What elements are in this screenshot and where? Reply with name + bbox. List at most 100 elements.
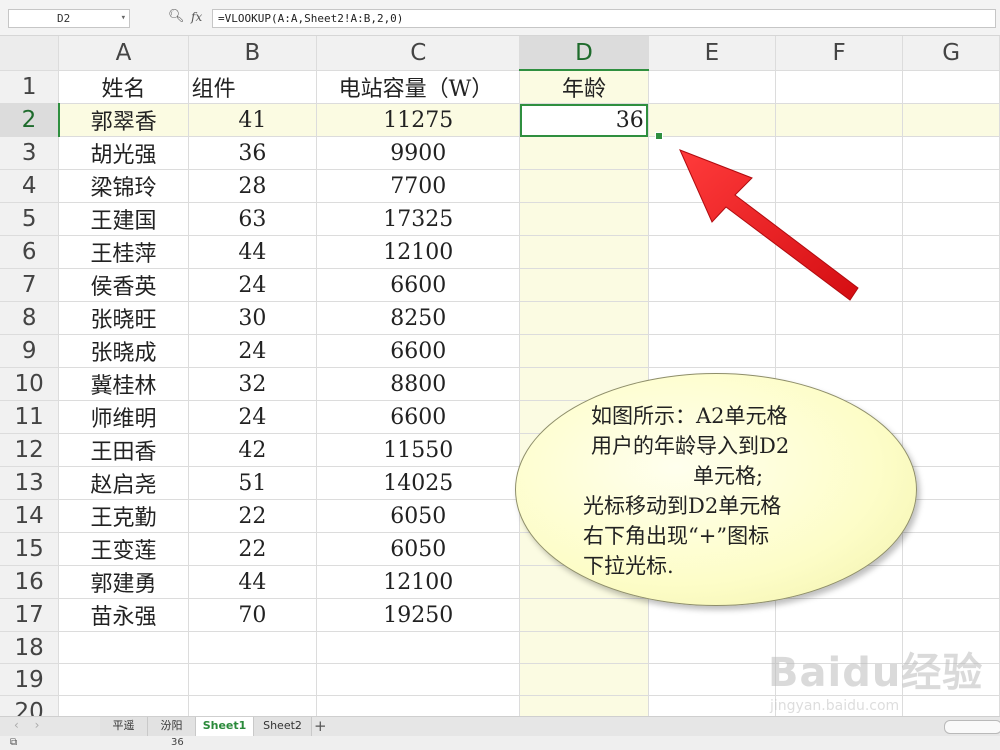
cell-e18[interactable] [648, 631, 777, 664]
column-header-d[interactable]: D [519, 36, 649, 71]
row-header[interactable]: 7 [0, 268, 60, 302]
cell-g3[interactable] [902, 136, 1000, 170]
cell-b17[interactable]: 70 [188, 598, 318, 632]
cell-a17[interactable]: 苗永强 [58, 598, 189, 632]
macro-record-icon[interactable]: ⧉ [10, 737, 17, 748]
cell-d5[interactable] [519, 202, 649, 236]
cell-a15[interactable]: 王变莲 [58, 532, 189, 566]
formula-input[interactable]: =VLOOKUP(A:A,Sheet2!A:B,2,0) [212, 9, 996, 28]
cell-e2[interactable] [648, 103, 777, 137]
cell-b2[interactable]: 41 [188, 103, 318, 137]
row-header[interactable]: 11 [0, 400, 60, 434]
cell-c6[interactable]: 12100 [316, 235, 521, 269]
cell-f4[interactable] [775, 169, 904, 203]
cell-d4[interactable] [519, 169, 649, 203]
cell-f9[interactable] [775, 334, 904, 368]
row-header[interactable]: 8 [0, 301, 60, 335]
cell-g13[interactable] [902, 466, 1000, 500]
cell-c13[interactable]: 14025 [316, 466, 521, 500]
cell-a10[interactable]: 冀桂林 [58, 367, 189, 401]
cell-d19[interactable] [519, 663, 649, 696]
cell-a16[interactable]: 郭建勇 [58, 565, 189, 599]
sheet-tab-sheet1[interactable]: Sheet1 [196, 717, 254, 736]
cell-c8[interactable]: 8250 [316, 301, 521, 335]
cell-b9[interactable]: 24 [188, 334, 318, 368]
cell-e19[interactable] [648, 663, 777, 696]
cell-g15[interactable] [902, 532, 1000, 566]
row-header[interactable]: 19 [0, 663, 60, 696]
cell-e6[interactable] [648, 235, 777, 269]
cell-a2[interactable]: 郭翠香 [58, 103, 189, 137]
cell-a4[interactable]: 梁锦玲 [58, 169, 189, 203]
row-header[interactable]: 12 [0, 433, 60, 467]
cell-c2[interactable]: 11275 [316, 103, 521, 137]
row-header[interactable]: 13 [0, 466, 60, 500]
zoom-icon[interactable]: 🔍︎ [168, 9, 185, 24]
cell-e1[interactable] [648, 70, 777, 104]
cell-b6[interactable]: 44 [188, 235, 318, 269]
cell-b8[interactable]: 30 [188, 301, 318, 335]
cell-f1[interactable] [775, 70, 904, 104]
cell-c1[interactable]: 电站容量（W） [316, 70, 521, 104]
cell-f8[interactable] [775, 301, 904, 335]
cell-b10[interactable]: 32 [188, 367, 318, 401]
row-header[interactable]: 5 [0, 202, 60, 236]
cell-b12[interactable]: 42 [188, 433, 318, 467]
cell-c18[interactable] [316, 631, 521, 664]
cell-g5[interactable] [902, 202, 1000, 236]
cell-e4[interactable] [648, 169, 777, 203]
cell-d18[interactable] [519, 631, 649, 664]
cell-b14[interactable]: 22 [188, 499, 318, 533]
column-header-g[interactable]: G [902, 36, 1000, 71]
cell-b3[interactable]: 36 [188, 136, 318, 170]
cell-c5[interactable]: 17325 [316, 202, 521, 236]
cell-d20[interactable] [519, 695, 649, 716]
cell-a20[interactable] [58, 695, 189, 716]
cell-f7[interactable] [775, 268, 904, 302]
cell-e8[interactable] [648, 301, 777, 335]
cell-a7[interactable]: 侯香英 [58, 268, 189, 302]
cell-b13[interactable]: 51 [188, 466, 318, 500]
cell-g6[interactable] [902, 235, 1000, 269]
cell-d3[interactable] [519, 136, 649, 170]
cell-a12[interactable]: 王田香 [58, 433, 189, 467]
row-header[interactable]: 15 [0, 532, 60, 566]
column-header-f[interactable]: F [775, 36, 904, 71]
cell-c10[interactable]: 8800 [316, 367, 521, 401]
cell-g8[interactable] [902, 301, 1000, 335]
row-header[interactable]: 10 [0, 367, 60, 401]
cell-g9[interactable] [902, 334, 1000, 368]
column-header-a[interactable]: A [58, 36, 189, 71]
sheet-nav-arrows-icon[interactable]: ‹ › [14, 718, 45, 732]
row-header[interactable]: 3 [0, 136, 60, 170]
cell-f2[interactable] [775, 103, 904, 137]
column-header-c[interactable]: C [316, 36, 521, 71]
cell-a1[interactable]: 姓名 [58, 70, 189, 104]
cell-a9[interactable]: 张晓成 [58, 334, 189, 368]
cell-g11[interactable] [902, 400, 1000, 434]
cell-d2[interactable]: 36 [519, 103, 649, 137]
cell-f3[interactable] [775, 136, 904, 170]
cell-b5[interactable]: 63 [188, 202, 318, 236]
cell-c15[interactable]: 6050 [316, 532, 521, 566]
row-header[interactable]: 14 [0, 499, 60, 533]
cell-g16[interactable] [902, 565, 1000, 599]
row-header[interactable]: 16 [0, 565, 60, 599]
cell-e20[interactable] [648, 695, 777, 716]
cell-c19[interactable] [316, 663, 521, 696]
cell-f5[interactable] [775, 202, 904, 236]
cell-g10[interactable] [902, 367, 1000, 401]
sheet-tab-pingyao[interactable]: 平遥 [100, 717, 148, 736]
cell-c9[interactable]: 6600 [316, 334, 521, 368]
fill-handle[interactable] [655, 132, 663, 140]
row-header[interactable]: 17 [0, 598, 60, 632]
cell-g2[interactable] [902, 103, 1000, 137]
cell-b4[interactable]: 28 [188, 169, 318, 203]
cell-b1[interactable]: 组件 [188, 70, 318, 104]
sheet-tab-fenyang[interactable]: 汾阳 [148, 717, 196, 736]
cell-b11[interactable]: 24 [188, 400, 318, 434]
row-header[interactable]: 4 [0, 169, 60, 203]
cell-c14[interactable]: 6050 [316, 499, 521, 533]
cell-c20[interactable] [316, 695, 521, 716]
cell-d7[interactable] [519, 268, 649, 302]
